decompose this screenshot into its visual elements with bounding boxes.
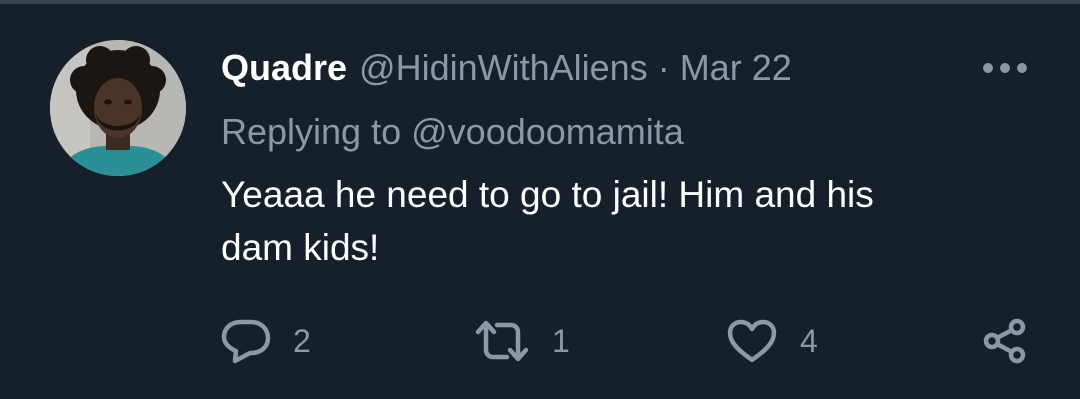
display-name[interactable]: Quadre	[221, 44, 347, 92]
separator-dot: ·	[657, 47, 670, 88]
retweet-count: 1	[552, 323, 570, 359]
share-icon	[983, 318, 1026, 364]
retweet-icon	[475, 320, 529, 362]
more-button[interactable]	[978, 54, 1032, 82]
replying-to-line: Replying to @voodoomamita	[221, 108, 684, 156]
heart-icon	[727, 319, 777, 363]
like-button[interactable]: 4	[726, 316, 818, 366]
avatar-photo	[50, 40, 186, 176]
replying-prefix: Replying to	[221, 111, 402, 152]
reply-button[interactable]: 2	[221, 316, 311, 366]
user-handle[interactable]: @HidinWithAliens	[359, 44, 648, 92]
tweet-text-line: Yeaaa he need to go to jail! Him and his	[221, 174, 874, 215]
tweet-header: Quadre @HidinWithAliens · Mar 22	[221, 44, 792, 92]
more-icon	[983, 63, 1027, 73]
top-divider	[0, 0, 1080, 4]
avatar[interactable]	[50, 40, 186, 176]
tweet-date[interactable]: Mar 22	[680, 44, 792, 92]
replying-to-handle[interactable]: @voodoomamita	[411, 111, 684, 152]
reply-icon	[221, 319, 271, 364]
retweet-button[interactable]: 1	[474, 316, 570, 366]
tweet-text: Yeaaa he need to go to jail! Him and his…	[221, 168, 1021, 274]
share-button[interactable]	[982, 316, 1028, 366]
reply-count: 2	[293, 323, 311, 359]
like-count: 4	[800, 323, 818, 359]
tweet-text-line: dam kids!	[221, 227, 380, 268]
